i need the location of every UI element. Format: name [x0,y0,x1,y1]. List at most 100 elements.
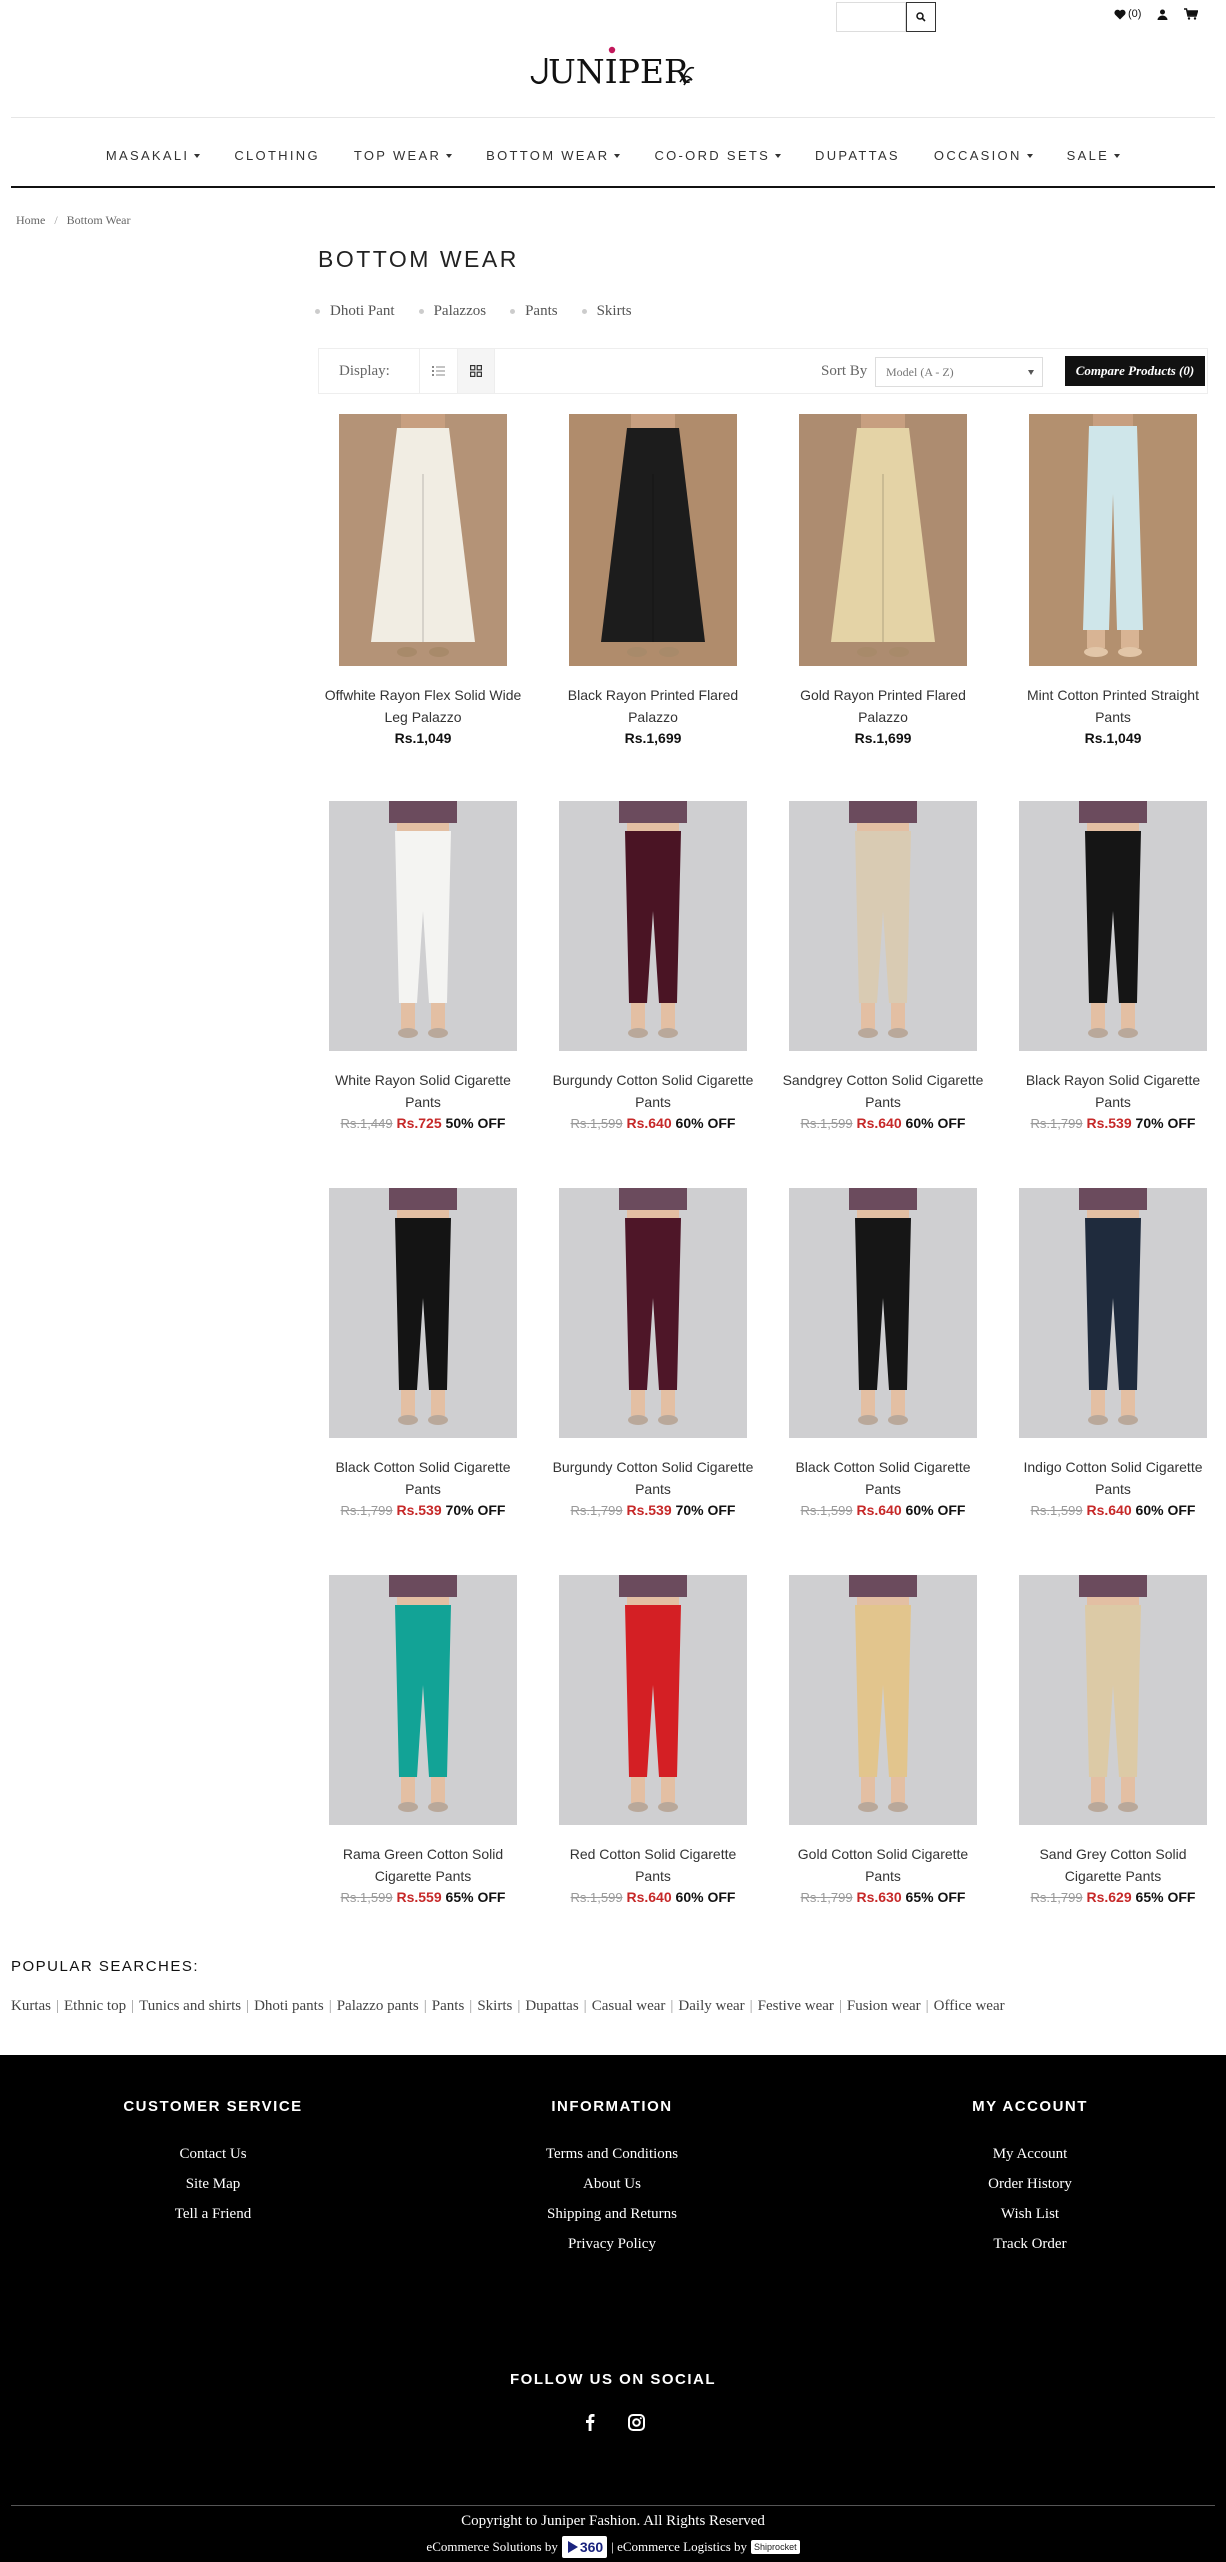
product-name[interactable]: Gold Cotton Solid Cigarette Pants [778,1843,988,1887]
product-name[interactable]: Rama Green Cotton Solid Cigarette Pants [318,1843,528,1887]
popular-search-link[interactable]: Dhoti pants [249,1998,329,2015]
subcategory-item[interactable]: Palazzos [418,303,486,320]
product-card[interactable]: Black Cotton Solid Cigarette Pants Rs.1,5… [778,1188,988,1521]
product-thumbnail[interactable] [799,414,967,666]
product-card[interactable]: Sandgrey Cotton Solid Cigarette Pants Rs.… [778,801,988,1134]
popular-search-link[interactable]: Skirts [472,1998,517,2015]
popular-search-link[interactable]: Office wear [929,1998,1010,2015]
product-thumbnail[interactable] [329,801,517,1051]
footer-link[interactable]: Tell a Friend [83,2199,343,2229]
popular-search-link[interactable]: Ethnic top [59,1998,131,2015]
product-thumbnail[interactable] [1019,1575,1207,1825]
footer-link[interactable]: Track Order [900,2229,1160,2259]
product-name[interactable]: Black Rayon Solid Cigarette Pants [1008,1069,1218,1113]
footer-link[interactable]: Contact Us [83,2139,343,2169]
cart-icon[interactable] [1184,8,1199,20]
popular-search-link[interactable]: Festive wear [753,1998,839,2015]
breadcrumb-current[interactable]: Bottom Wear [67,213,131,228]
product-name[interactable]: Burgundy Cotton Solid Cigarette Pants [548,1069,758,1113]
nav-item-dupattas[interactable]: DUPATTAS [798,148,917,163]
product-thumbnail[interactable] [329,1575,517,1825]
product-thumbnail[interactable] [789,1575,977,1825]
popular-search-link[interactable]: Palazzo pants [332,1998,424,2015]
compare-products-button[interactable]: Compare Products (0) [1065,356,1205,386]
badge-360-logo[interactable]: 360 [561,2536,608,2558]
product-card[interactable]: Red Cotton Solid Cigarette Pants Rs.1,599… [548,1575,758,1908]
product-name[interactable]: Mint Cotton Printed Straight Pants [1008,684,1218,728]
product-name[interactable]: Black Cotton Solid Cigarette Pants [778,1456,988,1500]
product-card[interactable]: Rama Green Cotton Solid Cigarette Pants R… [318,1575,528,1908]
nav-item-co-ord-sets[interactable]: CO-ORD SETS [637,148,798,163]
product-card[interactable]: Sand Grey Cotton Solid Cigarette Pants Rs… [1008,1575,1218,1908]
search-input[interactable] [836,2,906,32]
product-card[interactable]: Black Cotton Solid Cigarette Pants Rs.1,7… [318,1188,528,1521]
product-card[interactable]: Gold Rayon Printed Flared Palazzo Rs.1,69… [778,414,988,748]
product-card[interactable]: Offwhite Rayon Flex Solid Wide Leg Palaz… [318,414,528,748]
product-thumbnail[interactable] [339,414,507,666]
product-thumbnail[interactable] [1019,801,1207,1051]
nav-item-top-wear[interactable]: TOP WEAR [337,148,469,163]
nav-item-bottom-wear[interactable]: BOTTOM WEAR [469,148,637,163]
product-card[interactable]: Black Rayon Solid Cigarette Pants Rs.1,79… [1008,801,1218,1134]
product-card[interactable]: Mint Cotton Printed Straight Pants Rs.1,0… [1008,414,1218,748]
footer-link[interactable]: Privacy Policy [482,2229,742,2259]
wishlist-link[interactable]: (0) [1114,8,1141,20]
popular-search-link[interactable]: Kurtas [11,1998,56,2015]
product-thumbnail[interactable] [1029,414,1197,666]
instagram-icon[interactable] [627,2413,645,2431]
product-thumbnail[interactable] [329,1188,517,1438]
product-thumbnail[interactable] [559,801,747,1051]
product-card[interactable]: White Rayon Solid Cigarette Pants Rs.1,44… [318,801,528,1134]
product-thumbnail[interactable] [559,1188,747,1438]
sort-select[interactable]: Model (A - Z) [875,357,1043,387]
product-thumbnail[interactable] [1019,1188,1207,1438]
nav-item-clothing[interactable]: CLOTHING [217,148,337,163]
popular-search-link[interactable]: Pants [427,1998,470,2015]
nav-item-sale[interactable]: SALE [1050,148,1137,163]
product-name[interactable]: Red Cotton Solid Cigarette Pants [548,1843,758,1887]
site-logo[interactable]: UNIPER [0,46,1226,101]
subcategory-item[interactable]: Pants [510,303,558,320]
product-name[interactable]: Indigo Cotton Solid Cigarette Pants [1008,1456,1218,1500]
product-thumbnail[interactable] [559,1575,747,1825]
product-name[interactable]: Black Cotton Solid Cigarette Pants [318,1456,528,1500]
popular-search-link[interactable]: Casual wear [587,1998,671,2015]
footer-link[interactable]: About Us [482,2169,742,2199]
facebook-icon[interactable] [581,2413,599,2431]
subcategory-item[interactable]: Dhoti Pant [315,303,395,320]
product-card[interactable]: Burgundy Cotton Solid Cigarette Pants Rs.… [548,1188,758,1521]
footer-link[interactable]: Site Map [83,2169,343,2199]
list-view-button[interactable] [419,349,457,393]
footer-link[interactable]: Order History [900,2169,1160,2199]
product-name[interactable]: Gold Rayon Printed Flared Palazzo [778,684,988,728]
popular-search-link[interactable]: Daily wear [673,1998,749,2015]
footer-link[interactable]: My Account [900,2139,1160,2169]
product-card[interactable]: Indigo Cotton Solid Cigarette Pants Rs.1,… [1008,1188,1218,1521]
nav-item-occasion[interactable]: OCCASION [917,148,1050,163]
footer-link[interactable]: Shipping and Returns [482,2199,742,2229]
popular-search-link[interactable]: Dupattas [520,1998,583,2015]
popular-search-link[interactable]: Fusion wear [842,1998,926,2015]
product-card[interactable]: Burgundy Cotton Solid Cigarette Pants Rs.… [548,801,758,1134]
product-name[interactable]: Black Rayon Printed Flared Palazzo [548,684,758,728]
breadcrumb-home[interactable]: Home [16,213,45,228]
nav-item-masakali[interactable]: MASAKALI [89,148,217,163]
footer-link[interactable]: Wish List [900,2199,1160,2229]
product-name[interactable]: Sandgrey Cotton Solid Cigarette Pants [778,1069,988,1113]
product-card[interactable]: Gold Cotton Solid Cigarette Pants Rs.1,79… [778,1575,988,1908]
product-thumbnail[interactable] [569,414,737,666]
product-name[interactable]: Offwhite Rayon Flex Solid Wide Leg Palaz… [318,684,528,728]
product-name[interactable]: Sand Grey Cotton Solid Cigarette Pants [1008,1843,1218,1887]
footer-link[interactable]: Terms and Conditions [482,2139,742,2169]
shiprocket-logo[interactable]: Shiprocket [751,2540,800,2554]
user-icon[interactable] [1157,9,1168,20]
search-button[interactable] [906,2,936,32]
product-thumbnail[interactable] [789,801,977,1051]
product-thumbnail[interactable] [789,1188,977,1438]
grid-view-button[interactable] [457,349,495,393]
popular-search-link[interactable]: Tunics and shirts [134,1998,246,2015]
product-name[interactable]: White Rayon Solid Cigarette Pants [318,1069,528,1113]
subcategory-item[interactable]: Skirts [581,303,632,320]
product-name[interactable]: Burgundy Cotton Solid Cigarette Pants [548,1456,758,1500]
product-card[interactable]: Black Rayon Printed Flared Palazzo Rs.1,6… [548,414,758,748]
